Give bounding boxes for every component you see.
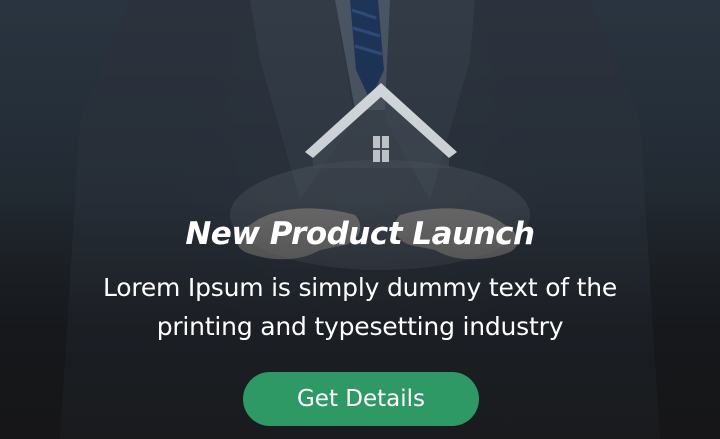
get-details-button[interactable]: Get Details [243,372,479,426]
banner-headline: New Product Launch [185,216,535,252]
product-launch-banner: New Product Launch Lorem Ipsum is simply… [0,0,720,439]
banner-description: Lorem Ipsum is simply dummy text of the … [102,273,618,341]
